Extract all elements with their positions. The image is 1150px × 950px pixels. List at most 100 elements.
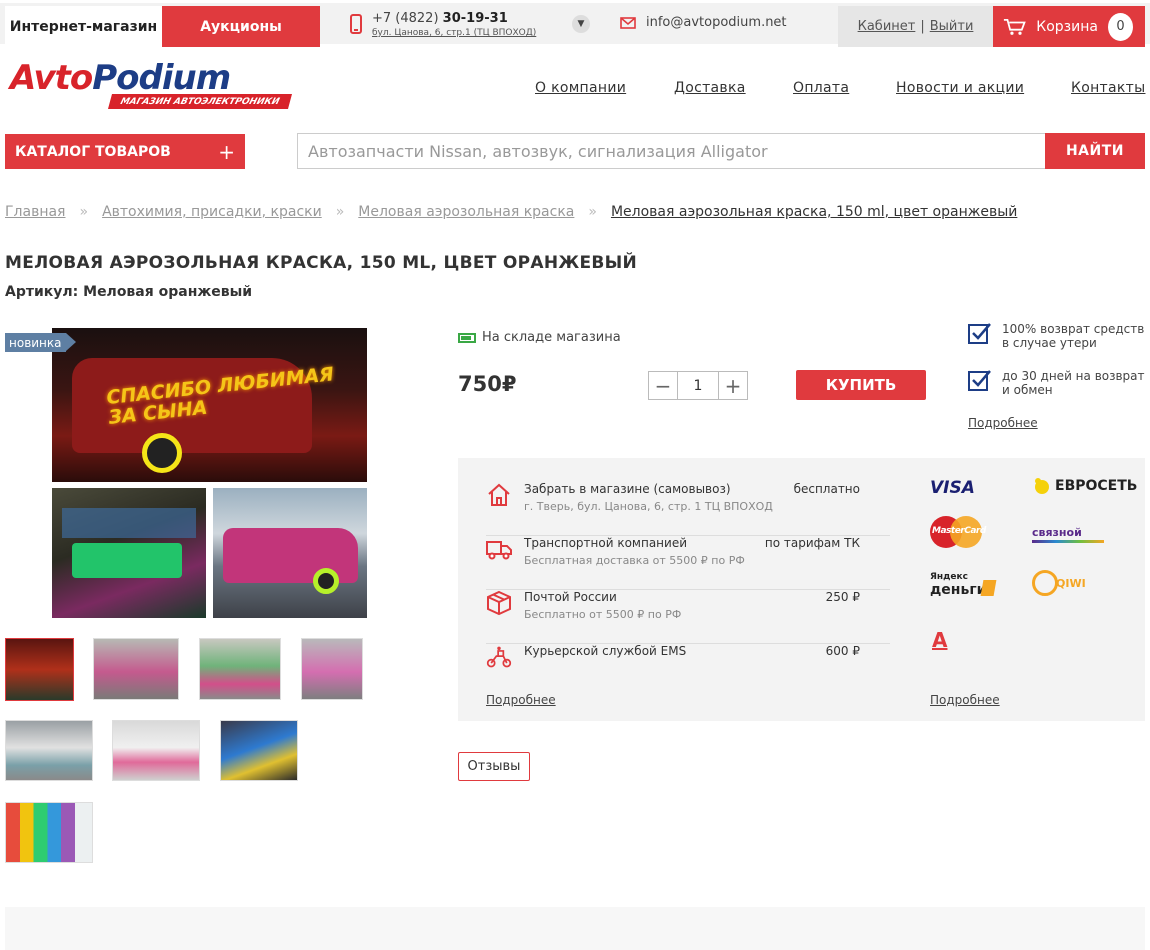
nav-news[interactable]: Новости и акции [896, 80, 1024, 96]
cart-label: Корзина [1036, 18, 1098, 35]
thumbnail-8[interactable] [5, 802, 93, 863]
mastercard-text: MasterCard [932, 526, 986, 536]
alfa-bank-logo: А [932, 628, 948, 652]
truck-icon [486, 541, 512, 560]
phone-block[interactable]: +7 (4822) 30-19-31 бул. Цанова, 6, стр.1… [350, 11, 590, 43]
guarantee-text: до 30 дней на возврат и обмен [1002, 369, 1145, 397]
decrease-button[interactable]: − [649, 372, 677, 399]
thumbnail-3[interactable] [199, 638, 281, 700]
logo-part1: Avto [10, 58, 93, 98]
product-image-front[interactable] [52, 488, 206, 618]
search-placeholder: Автозапчасти Nissan, автозвук, сигнализа… [308, 141, 768, 161]
thumbnail-4[interactable] [301, 638, 363, 700]
breadcrumb-subcategory[interactable]: Меловая аэрозольная краска [358, 204, 574, 220]
search-button[interactable]: НАЙТИ [1045, 133, 1145, 169]
site-logo[interactable]: AvtoPodium МАГАЗИН АВТОЭЛЕКТРОНИКИ [10, 58, 295, 112]
breadcrumb-home[interactable]: Главная [5, 204, 65, 220]
svyaznoy-text: связной [1032, 526, 1082, 539]
buy-button[interactable]: КУПИТЬ [796, 370, 926, 400]
svyaznoy-logo: связной [1032, 526, 1104, 543]
catalog-button[interactable]: КАТАЛОГ ТОВАРОВ + [5, 134, 245, 169]
courier-icon [486, 646, 512, 668]
yandex-wallet-icon [980, 580, 997, 596]
cart-count: 0 [1107, 12, 1133, 41]
thumbnail-5[interactable] [5, 720, 93, 781]
yandex-money-text: деньги [930, 582, 987, 598]
envelope-icon [620, 16, 636, 29]
breadcrumb-category[interactable]: Автохимия, присадки, краски [102, 204, 322, 220]
mobile-phone-icon [350, 14, 362, 34]
delivery-row: Почтой России Бесплатно от 5500 ₽ по РФ … [486, 590, 890, 644]
quantity-value[interactable]: 1 [677, 372, 719, 399]
thumbnail-2[interactable] [93, 638, 179, 700]
qiwi-text: QIWI [1056, 577, 1086, 590]
visa-logo: VISA [930, 478, 975, 498]
guarantees-more-link[interactable]: Подробнее [968, 416, 1038, 430]
product-image-rear[interactable] [213, 488, 367, 618]
thumbnail-6[interactable] [112, 720, 200, 781]
breadcrumb-separator: » [79, 204, 89, 220]
delivery-name: Почтой России [524, 590, 617, 604]
breadcrumb: Главная » Автохимия, присадки, краски » … [5, 204, 1017, 220]
new-badge: новинка [5, 333, 75, 352]
logo-part2: Podium [92, 58, 231, 98]
chevron-down-icon[interactable]: ▼ [572, 15, 590, 33]
nav-contacts[interactable]: Контакты [1071, 80, 1145, 96]
yandex-text: Яндекс [930, 572, 968, 582]
house-icon [488, 483, 510, 506]
thumbnail-7[interactable] [220, 720, 298, 781]
logo-tagline: МАГАЗИН АВТОЭЛЕКТРОНИКИ [107, 94, 293, 109]
breadcrumb-current[interactable]: Меловая аэрозольная краска, 150 ml, цвет… [611, 204, 1017, 220]
delivery-price: 600 ₽ [825, 644, 860, 658]
windshield-shape [62, 508, 196, 538]
delivery-name: Транспортной компанией [524, 536, 688, 550]
product-title: МЕЛОВАЯ АЭРОЗОЛЬНАЯ КРАСКА, 150 ML, ЦВЕТ… [5, 253, 638, 273]
reviews-tab[interactable]: Отзывы [458, 752, 530, 781]
checkbox-check-icon [968, 370, 991, 391]
product-main-image[interactable]: СПАСИБО ЛЮБИМАЯ ЗА СЫНА [52, 328, 367, 482]
delivery-note: Бесплатная доставка от 5500 ₽ по РФ [524, 554, 745, 567]
search-input[interactable]: Автозапчасти Nissan, автозвук, сигнализа… [297, 133, 1046, 169]
store-address[interactable]: бул. Цанова, 6, стр.1 (ТЦ ВПОХОД) [372, 28, 536, 38]
nav-payment[interactable]: Оплата [793, 80, 849, 96]
thumbnail-1[interactable] [5, 638, 74, 701]
increase-button[interactable]: + [719, 372, 747, 399]
phone-main: 30-19-31 [442, 11, 508, 26]
nav-about[interactable]: О компании [535, 80, 626, 96]
quantity-stepper[interactable]: − 1 + [648, 371, 748, 400]
tab-auctions[interactable]: Аукционы [162, 6, 320, 47]
delivery-name: Курьерской службой EMS [524, 644, 687, 658]
product-price: 750₽ [458, 372, 517, 396]
evroset-dog-icon [1035, 478, 1049, 494]
nav-delivery[interactable]: Доставка [674, 80, 746, 96]
guarantee-refund: 100% возврат средств в случае утери [968, 322, 1147, 350]
email-link[interactable]: info@avtopodium.net [620, 15, 787, 30]
email-text: info@avtopodium.net [646, 15, 787, 30]
tab-online-shop[interactable]: Интернет-магазин [5, 6, 162, 47]
catalog-label: КАТАЛОГ ТОВАРОВ [15, 143, 171, 160]
logout-link[interactable]: Выйти [930, 19, 974, 34]
delivery-price: по тарифам ТК [764, 536, 860, 550]
evroset-text: ЕВРОСЕТЬ [1055, 478, 1138, 494]
car-grille-shape [72, 543, 182, 578]
delivery-more-link[interactable]: Подробнее [486, 693, 556, 707]
evroset-logo: ЕВРОСЕТЬ [1032, 476, 1137, 496]
delivery-price: бесплатно [793, 482, 860, 496]
top-bar: Интернет-магазин Аукционы +7 (4822) 30-1… [0, 0, 1150, 47]
mastercard-logo: MasterCard [930, 516, 986, 548]
delivery-price: 250 ₽ [825, 590, 860, 604]
delivery-row: Курьерской службой EMS 600 ₽ [486, 644, 890, 698]
phone-number: +7 (4822) 30-19-31 [372, 11, 508, 26]
payment-more-link[interactable]: Подробнее [930, 693, 1000, 707]
checkbox-check-icon [968, 323, 991, 344]
battery-icon [458, 332, 476, 343]
wheel-shape [313, 568, 339, 594]
plus-icon: + [218, 139, 235, 164]
qiwi-logo: QIWI [1032, 570, 1092, 600]
svyaznoy-stripe [1032, 540, 1104, 543]
yandex-money-logo: Яндекс деньги [930, 572, 1000, 602]
guarantee-text: 100% возврат средств в случае утери [1002, 322, 1145, 350]
cart-button[interactable]: Корзина 0 [993, 6, 1145, 47]
breadcrumb-separator: » [588, 204, 597, 220]
cabinet-link[interactable]: Кабинет [858, 19, 916, 34]
